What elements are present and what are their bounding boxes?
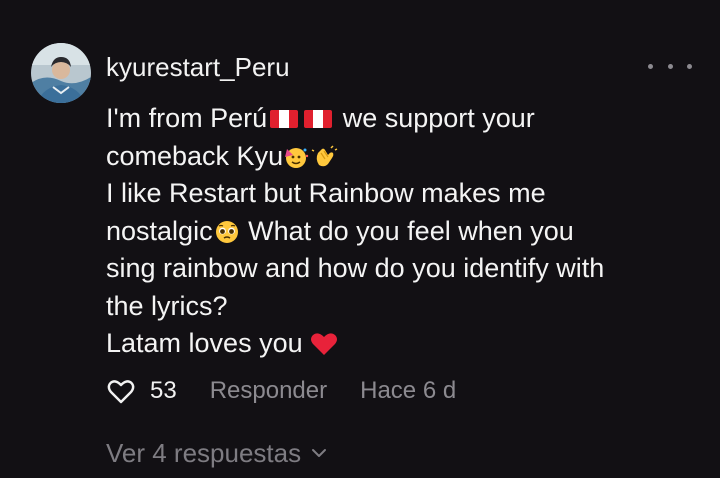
more-dot-icon (648, 63, 653, 69)
more-dot-icon (687, 63, 692, 69)
peru-flag-icon (304, 110, 333, 128)
comment-line: comeback Kyu (106, 138, 706, 176)
reply-button[interactable]: Responder (210, 377, 327, 405)
text-segment: What do you feel when you (248, 215, 574, 246)
heart-outline-icon (107, 380, 135, 404)
comment-line: I'm from Perú we support your (106, 100, 706, 138)
avatar-photo-icon (31, 43, 91, 103)
like-count: 53 (150, 377, 177, 404)
comment-actions: 53 Responder Hace 6 d (106, 374, 456, 408)
text-segment: nostalgic (106, 215, 213, 246)
like-button[interactable] (106, 377, 136, 405)
comment-line: nostalgic What do you feel when you (106, 213, 706, 251)
more-options-button[interactable] (648, 54, 692, 78)
comment-line: Latam loves you (106, 325, 706, 363)
comment-line: sing rainbow and how do you identify wit… (106, 253, 605, 283)
peru-flag-icon (270, 110, 299, 128)
red-heart-icon (311, 333, 338, 355)
username[interactable]: kyurestart_Peru (106, 50, 290, 84)
text-segment: we support your (342, 103, 535, 133)
party-face-icon (285, 147, 309, 168)
text-segment: comeback Kyu (106, 140, 284, 171)
comment-text: I'm from Perú we support your comeback K… (106, 100, 706, 363)
comment-line: the lyrics? (106, 290, 228, 321)
comment-card: kyurestart_Peru I'm from Perú we support… (0, 0, 720, 478)
timestamp: Hace 6 d (360, 377, 457, 404)
view-replies-label: Ver 4 respuestas (106, 438, 302, 468)
chevron-down-icon (312, 449, 327, 457)
more-dot-icon (667, 63, 673, 69)
pleading-face-icon (215, 220, 238, 243)
avatar[interactable] (31, 43, 91, 103)
comment-line: I like Restart but Rainbow makes me (106, 178, 546, 208)
text-segment: I'm from Perú (106, 103, 268, 133)
clapping-hands-icon (311, 144, 338, 166)
text-segment: Latam loves you (106, 328, 303, 358)
view-replies-button[interactable]: Ver 4 respuestas (106, 436, 327, 470)
